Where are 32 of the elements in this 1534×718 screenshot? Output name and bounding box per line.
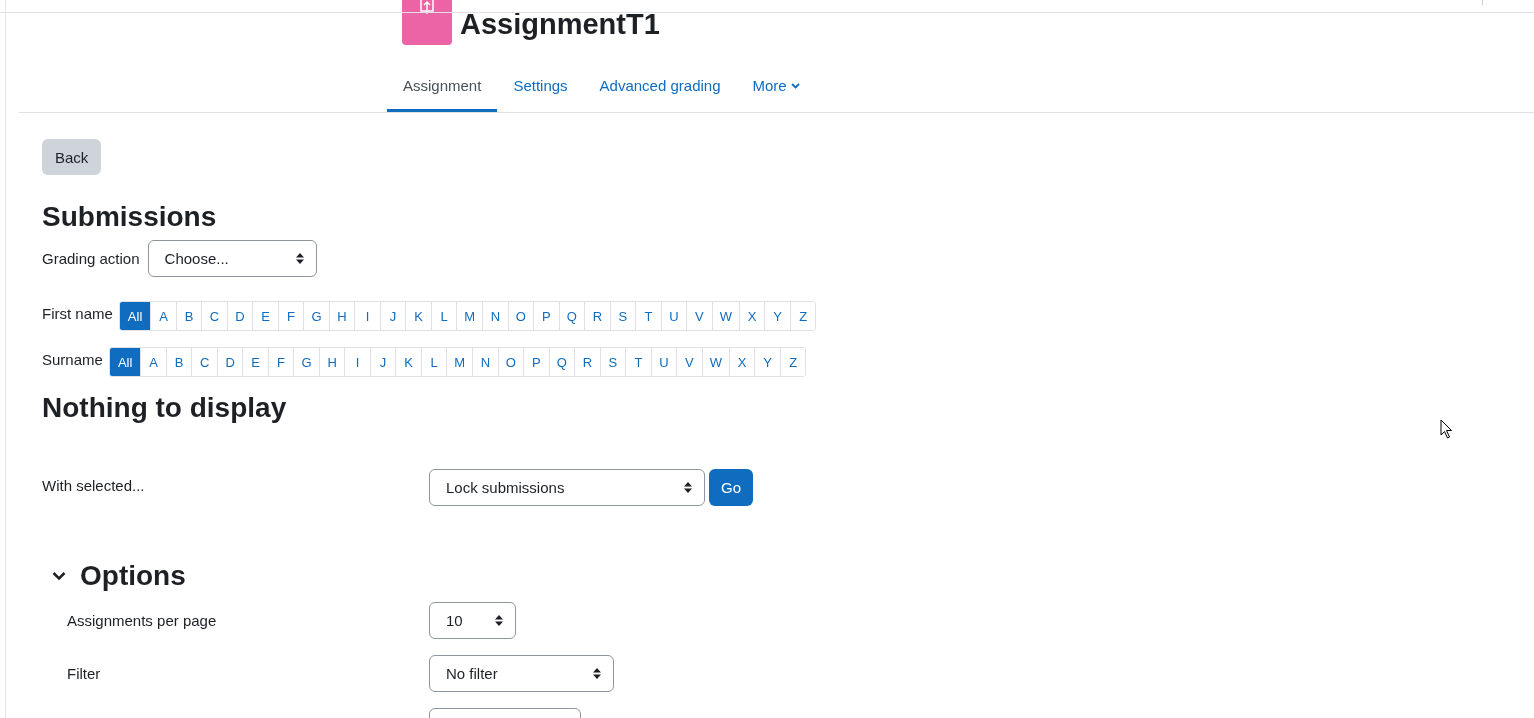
initials-label: Surname: [42, 351, 103, 368]
page-title: AssignmentT1: [460, 7, 660, 41]
bulk-action-select[interactable]: Lock submissions: [429, 469, 705, 506]
mouse-pointer-icon: [1440, 419, 1453, 439]
initials-label: First name: [42, 305, 113, 322]
go-button[interactable]: Go: [709, 469, 753, 506]
back-button[interactable]: Back: [42, 139, 102, 175]
select-arrows-icon: [495, 615, 503, 626]
select-field[interactable]: 10: [429, 602, 516, 639]
nav-tab[interactable]: Assignment: [387, 62, 498, 112]
nav-tab[interactable]: Settings: [497, 62, 584, 112]
field-label: Filter: [67, 665, 102, 682]
field-label: With selected...: [42, 477, 146, 494]
select-arrows-icon: [295, 253, 304, 264]
chevron-icon[interactable]: [52, 571, 66, 581]
initial-link[interactable]: Z: [789, 302, 816, 330]
field-label: Assignments per page: [67, 612, 218, 629]
initial-link[interactable]: Z: [779, 348, 806, 376]
nav-tab[interactable]: Advanced grading: [583, 62, 737, 112]
initial-link[interactable]: All: [109, 348, 141, 376]
assignment-icon: [402, 0, 452, 45]
select-field[interactable]: No filter: [429, 655, 614, 692]
caret-icon: [790, 82, 800, 89]
field-label: Grading action: [42, 250, 140, 267]
select-arrows-icon: [684, 482, 692, 493]
initial-link[interactable]: All: [119, 302, 151, 330]
section-heading: Options: [80, 559, 186, 593]
select-arrows-icon: [593, 668, 601, 679]
nav-tab[interactable]: More: [736, 62, 816, 112]
grading-action-select[interactable]: Choose...: [147, 240, 317, 277]
section-heading: Submissions: [42, 200, 218, 234]
empty-message: Nothing to display: [42, 391, 288, 425]
